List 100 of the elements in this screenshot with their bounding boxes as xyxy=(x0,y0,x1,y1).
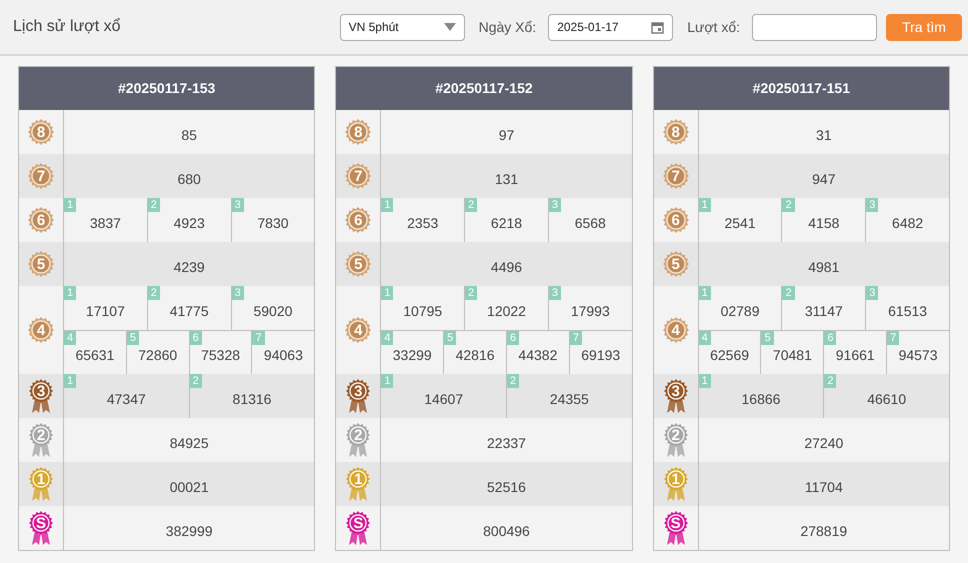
index-tag: 5 xyxy=(761,331,774,345)
prize-number: 84925 xyxy=(170,434,209,452)
index-tag: 2 xyxy=(465,198,478,212)
prize-number: 14607 xyxy=(424,390,464,408)
prize-number: 24355 xyxy=(550,390,589,408)
prize-number: 85 xyxy=(181,126,197,144)
prize-rank: 4 xyxy=(36,321,46,341)
index-tag: 1 xyxy=(698,198,711,212)
prize-rank: 6 xyxy=(36,211,46,231)
index-tag: 5 xyxy=(444,331,456,345)
index-tag: 7 xyxy=(570,331,582,345)
index-tag: 1 xyxy=(381,198,394,212)
prize-number: 94063 xyxy=(264,346,303,365)
prize-number: 91661 xyxy=(836,346,875,365)
prize-number: 62569 xyxy=(710,346,750,365)
index-tag: 1 xyxy=(381,286,394,300)
prize-number: 947 xyxy=(812,170,836,188)
prize-rank: S xyxy=(352,514,364,534)
index-tag: 1 xyxy=(381,374,394,388)
prize-number: 27240 xyxy=(804,434,844,452)
prize-number: 02789 xyxy=(720,302,760,320)
date-field[interactable]: 2025-01-17 xyxy=(548,14,674,40)
date-label: Ngày Xổ: xyxy=(478,18,536,37)
prize-rank: 1 xyxy=(353,470,364,490)
index-tag: 4 xyxy=(64,331,76,345)
index-tag: 2 xyxy=(507,374,520,388)
prize-rank: 2 xyxy=(353,426,364,446)
prize-number: 4496 xyxy=(490,258,522,276)
prize-number: 47347 xyxy=(106,390,146,408)
card-header: #20250117-151 xyxy=(654,67,949,110)
prize-number: 44382 xyxy=(518,346,558,365)
prize-number: 278819 xyxy=(800,522,848,540)
prize-rank: 7 xyxy=(670,167,681,187)
index-tag: 5 xyxy=(126,331,139,345)
prize-number: 4239 xyxy=(174,258,205,276)
prize-number: 69193 xyxy=(581,346,620,365)
prize-number: 70481 xyxy=(772,346,812,365)
prize-number: 4158 xyxy=(808,214,840,232)
prize-number: 65631 xyxy=(75,346,114,365)
prize-number: 81316 xyxy=(232,390,272,408)
index-tag: 6 xyxy=(190,331,202,345)
index-tag: 3 xyxy=(866,198,878,212)
prize-rank: 4 xyxy=(670,321,681,341)
index-tag: 7 xyxy=(252,331,265,345)
index-tag: 2 xyxy=(190,374,202,388)
card-header: #20250117-152 xyxy=(336,67,632,110)
index-tag: 7 xyxy=(887,331,900,345)
round-label: Lượt xổ: xyxy=(687,18,740,36)
prize-rank: 3 xyxy=(353,382,364,402)
index-tag: 2 xyxy=(465,286,478,300)
prize-number: 42816 xyxy=(456,346,495,365)
prize-number: 00021 xyxy=(170,478,209,496)
card-header: #20250117-153 xyxy=(19,67,314,110)
prize-number: 75328 xyxy=(201,346,240,365)
index-tag: 4 xyxy=(381,331,394,345)
prize-rank: 3 xyxy=(36,382,46,402)
prize-number: 33299 xyxy=(392,346,432,365)
prize-rank: 8 xyxy=(670,123,681,143)
index-tag: 6 xyxy=(506,331,520,345)
prize-number: 131 xyxy=(494,170,518,188)
index-tag: 3 xyxy=(866,286,878,300)
prize-rank: 5 xyxy=(353,255,364,275)
game-select[interactable]: VN 5phút xyxy=(340,14,465,40)
prize-number: 22337 xyxy=(487,434,526,452)
index-tag: 3 xyxy=(548,286,562,300)
prize-number: 6568 xyxy=(574,214,606,232)
index-tag: 3 xyxy=(232,198,244,212)
prize-number: 31147 xyxy=(804,302,843,320)
index-tag: 2 xyxy=(782,286,795,300)
prize-number: 6482 xyxy=(892,214,924,232)
prize-number: 6218 xyxy=(490,214,522,232)
index-tag: 1 xyxy=(64,198,76,212)
index-tag: 1 xyxy=(64,374,76,388)
prize-rank: 7 xyxy=(353,167,364,187)
prize-number: 16866 xyxy=(742,390,780,408)
prize-rank: 4 xyxy=(353,321,364,341)
prize-rank: 7 xyxy=(36,167,46,187)
prize-number: 31 xyxy=(816,126,832,144)
index-tag: 1 xyxy=(698,374,711,388)
prize-rank: S xyxy=(34,514,47,534)
prize-number: 800496 xyxy=(483,522,530,540)
dropdown-caret-icon xyxy=(444,23,456,31)
prize-rank: 1 xyxy=(670,470,681,490)
round-field[interactable] xyxy=(752,14,877,40)
index-tag: 2 xyxy=(148,286,160,300)
prize-number: 46610 xyxy=(867,390,906,408)
index-tag: 3 xyxy=(232,286,244,300)
prize-rank: S xyxy=(670,514,682,534)
prize-rank: 8 xyxy=(353,123,364,143)
index-tag: 2 xyxy=(824,374,836,388)
prize-number: 97 xyxy=(498,126,514,144)
page-title: Lịch sử lượt xổ xyxy=(13,17,120,37)
prize-rank: 5 xyxy=(36,255,46,275)
prize-number: 4981 xyxy=(808,258,840,276)
prize-rank: 8 xyxy=(36,123,46,143)
index-tag: 3 xyxy=(548,198,562,212)
prize-number: 59020 xyxy=(253,302,292,320)
prize-number: 11704 xyxy=(804,478,843,496)
prize-number: 12022 xyxy=(487,302,526,320)
prize-number: 61513 xyxy=(888,302,928,320)
